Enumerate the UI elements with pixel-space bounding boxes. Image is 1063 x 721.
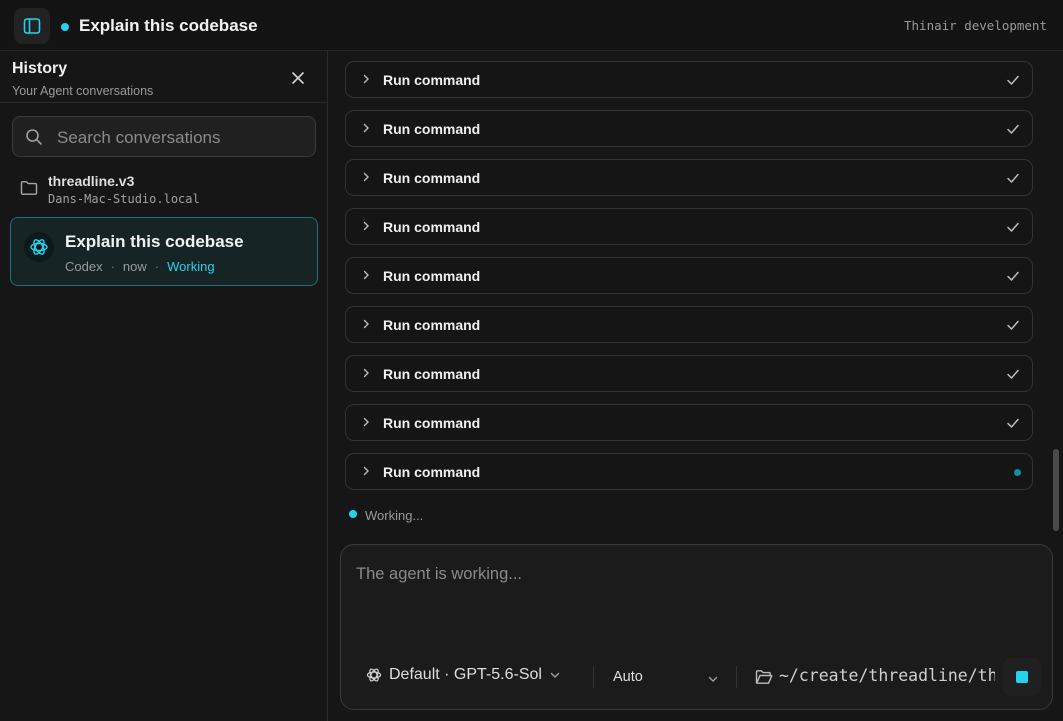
close-icon [292,72,304,84]
run-command-row[interactable]: Run command [345,110,1033,147]
avatar [24,232,54,262]
folder-icon [20,181,38,195]
workspace-name[interactable]: threadline.v3 [48,173,134,189]
running-indicator-dot [1014,469,1021,476]
checkmark-icon [1007,369,1019,379]
checkmark-icon [1007,222,1019,232]
sidebar-panel-icon [23,18,41,34]
chevron-right-icon[interactable] [360,318,372,330]
page-title: Explain this codebase [79,16,258,35]
close-history-button[interactable] [287,67,309,89]
environment-label: Thinair development [904,18,1047,33]
run-command-label: Run command [383,268,481,284]
mode-select[interactable]: Auto [613,669,643,685]
run-command-row[interactable]: Run command [345,159,1033,196]
divider [0,102,328,103]
chevron-right-icon[interactable] [360,416,372,428]
run-command-label: Run command [383,317,481,333]
run-command-row[interactable]: Run command [345,355,1033,392]
main-panel: Run command Run command Run command Run com… [329,51,1063,721]
search-box[interactable] [12,116,316,158]
run-command-row[interactable]: Run command [345,306,1033,343]
model-picker[interactable]: Default · GPT-5.6-Sol [365,666,561,684]
stop-icon [1016,671,1028,683]
history-subheading: Your Agent conversations [12,84,154,98]
conversation-meta: Codex · now · Working [65,259,215,274]
conversation-title: Explain this codebase [65,232,244,251]
search-icon [26,129,42,145]
chevron-right-icon[interactable] [360,269,372,281]
conversation-agent: Codex [65,259,103,274]
working-directory-path[interactable]: ~/create/threadline/threadline.v3 [779,666,995,685]
checkmark-icon [1007,173,1019,183]
run-command-label: Run command [383,464,481,480]
run-command-row[interactable]: Run command [345,453,1033,490]
run-command-row[interactable]: Run command [345,208,1033,245]
folder-open-icon [755,670,773,684]
run-command-label: Run command [383,72,481,88]
chevron-right-icon[interactable] [360,73,372,85]
checkmark-icon [1007,75,1019,85]
history-heading: History [12,60,68,77]
divider [593,666,594,688]
checkmark-icon [1007,418,1019,428]
openai-logo-icon [366,668,382,682]
run-command-label: Run command [383,366,481,382]
conversation-time: now [122,259,147,274]
sidebar-toggle-button[interactable] [14,8,50,44]
run-command-label: Run command [383,415,481,431]
run-command-row[interactable]: Run command [345,257,1033,294]
chevron-down-icon[interactable] [707,673,719,685]
checkmark-icon [1007,271,1019,281]
stop-button[interactable] [1003,658,1041,696]
search-input[interactable] [55,117,309,158]
model-label: Default · GPT-5.6-Sol [389,666,542,683]
status-badge: Working [167,259,215,274]
chevron-right-icon[interactable] [360,171,372,183]
checkmark-icon [1007,124,1019,134]
conversation-item[interactable]: Explain this codebase Codex · now · Working [10,217,318,286]
chevron-right-icon[interactable] [360,367,372,379]
openai-logo-icon [30,239,48,255]
run-command-row[interactable]: Run command [345,404,1033,441]
working-indicator-dot [349,510,357,518]
working-status-text: Working... [365,508,424,523]
checkmark-icon [1007,320,1019,330]
run-command-row[interactable]: Run command [345,61,1033,98]
composer[interactable]: The agent is working... Default · GPT-5.… [340,544,1053,710]
divider [736,666,737,688]
scrollbar[interactable] [1053,449,1059,531]
run-command-label: Run command [383,121,481,137]
run-command-label: Run command [383,219,481,235]
workspace-host: Dans-Mac-Studio.local [48,192,200,206]
chevron-right-icon[interactable] [360,220,372,232]
chevron-right-icon[interactable] [360,465,372,477]
history-sidebar: History Your Agent conversations threadl… [0,51,328,721]
top-bar: Explain this codebase Thinair developmen… [0,0,1063,51]
composer-input[interactable]: The agent is working... [356,565,522,584]
chevron-right-icon[interactable] [360,122,372,134]
status-dot [61,23,69,31]
chevron-down-icon [550,672,560,678]
run-command-label: Run command [383,170,481,186]
